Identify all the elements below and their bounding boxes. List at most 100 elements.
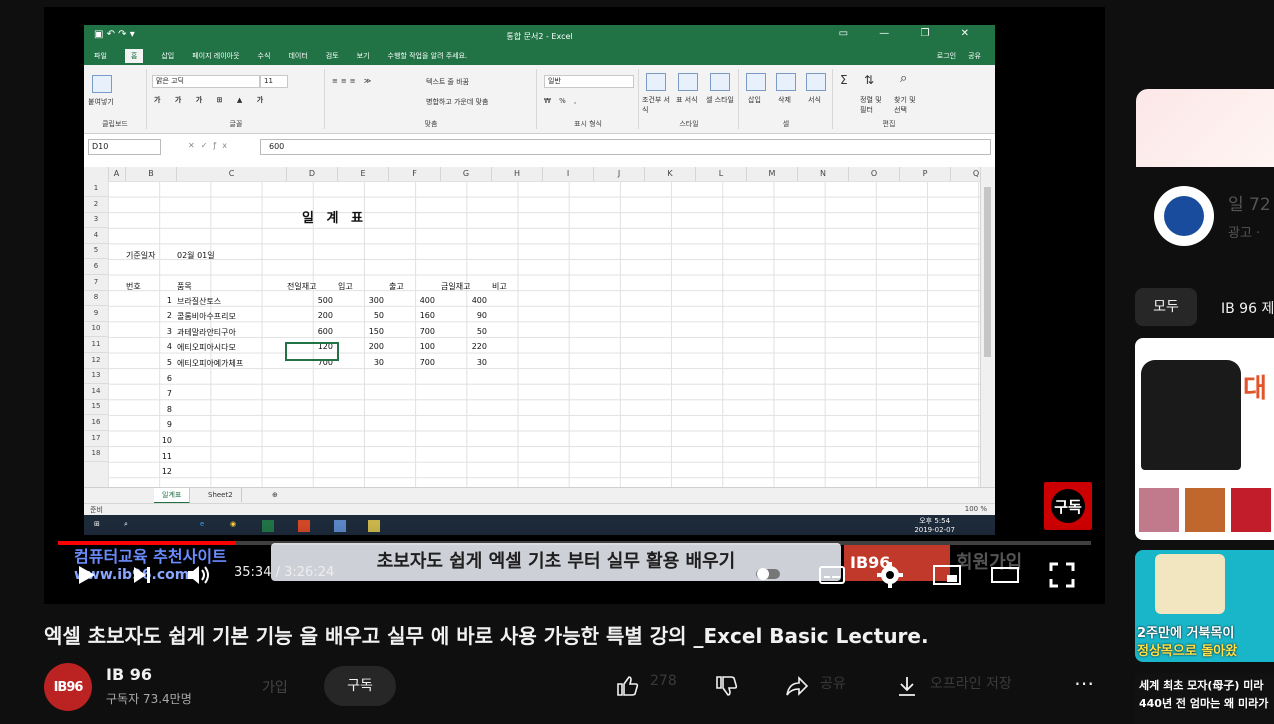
column-header-b: B bbox=[126, 167, 177, 181]
ribbon-font: 맑은 고딕 11 가 가 가 ⊞ ▲ 가 글꼴 bbox=[148, 69, 325, 129]
menu-data: 데이터 bbox=[288, 52, 308, 60]
cell-in: 30 bbox=[373, 357, 384, 367]
miniplayer-icon[interactable] bbox=[932, 563, 962, 587]
cell-out: 700 bbox=[419, 326, 435, 336]
active-cell-d10 bbox=[285, 342, 339, 361]
cell-no: 9 bbox=[166, 420, 172, 430]
excel-menu-bar: 파일 홈 삽입 페이지 레이아웃 수식 데이터 검토 보기 수행할 작업을 알려… bbox=[84, 47, 995, 65]
font-size-box: 11 bbox=[260, 75, 288, 88]
zoom-level: 100 % bbox=[964, 505, 987, 513]
recommended-thumbnail-2[interactable]: 2주만에 거북목이 정상목으로 돌아왔 bbox=[1135, 550, 1274, 662]
sort-filter-icon: ⇅ bbox=[864, 73, 875, 87]
subscribe-button[interactable]: 구독 bbox=[324, 666, 396, 706]
play-icon[interactable] bbox=[74, 563, 98, 587]
column-header-p: P bbox=[900, 167, 951, 181]
ribbon-clipboard: 붙여넣기 클립보드 bbox=[84, 69, 147, 129]
cell-no: 8 bbox=[166, 404, 172, 414]
ad-headline[interactable]: 일 72 bbox=[1228, 190, 1271, 215]
column-header-n: N bbox=[798, 167, 849, 181]
column-headers: ABCDEFGHIJKLMNOPQ bbox=[84, 167, 981, 182]
merge-center-label: 병합하고 가운데 맞춤 bbox=[426, 98, 489, 106]
number-icons: ₩ % , bbox=[544, 97, 580, 105]
clipboard-group-label: 클립보드 bbox=[102, 120, 128, 128]
like-icon[interactable] bbox=[616, 674, 640, 698]
current-time: 35:34 bbox=[234, 565, 272, 580]
sheet-tab-ilgyepyo: 일계표 bbox=[154, 488, 191, 504]
cell-item: 에티오피아시다모 bbox=[177, 343, 236, 353]
number-group-label: 표시 형식 bbox=[574, 120, 602, 128]
header-in: 입고 bbox=[338, 282, 353, 291]
chip-all[interactable]: 모두 bbox=[1135, 288, 1197, 326]
cell-in: 50 bbox=[373, 311, 384, 321]
format-label: 서식 bbox=[808, 96, 821, 104]
theater-mode-icon[interactable] bbox=[990, 563, 1020, 587]
recommended-thumbnail-3[interactable]: 세계 최초 모자(母子) 미라 440년 전 엄마는 왜 미라가 bbox=[1135, 673, 1274, 724]
recommended-thumbnail-1[interactable]: 대 bbox=[1135, 338, 1274, 540]
cell-out: 100 bbox=[419, 342, 435, 352]
column-header-f: F bbox=[389, 167, 441, 181]
settings-gear-icon[interactable] bbox=[876, 561, 904, 589]
fullscreen-icon[interactable] bbox=[1048, 561, 1076, 589]
handbag-image bbox=[1141, 360, 1241, 470]
status-ready: 준비 bbox=[90, 506, 103, 514]
row-header-6: 6 bbox=[84, 259, 108, 275]
cell-item: 에티오피아예가체프 bbox=[177, 358, 244, 368]
column-header-h: H bbox=[492, 167, 543, 181]
chip-channel[interactable]: IB 96 제 bbox=[1221, 298, 1274, 318]
advertiser-logo[interactable] bbox=[1154, 186, 1214, 246]
menu-review: 검토 bbox=[325, 52, 339, 60]
download-icon[interactable] bbox=[895, 674, 919, 698]
vertical-scrollbar bbox=[980, 167, 995, 487]
row-headers: 1 2 3 4 5 6 7 8 9 10 11 12 13 14 15 16 17 18 bbox=[84, 181, 109, 487]
menu-file: 파일 bbox=[94, 52, 107, 60]
row-header-7: 7 bbox=[84, 275, 108, 291]
cell-today-stock: 30 bbox=[476, 357, 487, 367]
fx-icon: ✕✓ƒx bbox=[188, 141, 233, 150]
volume-icon[interactable] bbox=[186, 563, 212, 587]
offline-save-label[interactable]: 오프라인 저장 bbox=[930, 673, 1012, 693]
align-icons: ≡≡≡ ≫ bbox=[332, 77, 375, 85]
more-actions-icon[interactable]: ⋯ bbox=[1074, 671, 1094, 695]
subscribe-watermark[interactable]: 구독 bbox=[1044, 482, 1092, 530]
channel-name[interactable]: IB 96 bbox=[106, 665, 152, 684]
cell-grid bbox=[108, 181, 981, 487]
style-group-label: 스타일 bbox=[679, 120, 699, 128]
cell-no: 10 bbox=[161, 435, 172, 445]
subtitles-icon[interactable] bbox=[818, 563, 846, 587]
format-cells-icon bbox=[806, 73, 826, 91]
menu-formulas: 수식 bbox=[257, 52, 271, 60]
font-style-icons: 가 가 가 ⊞ ▲ 가 bbox=[154, 96, 270, 104]
share-label[interactable]: 공유 bbox=[820, 673, 846, 693]
font-name-box: 맑은 고딕 bbox=[152, 75, 260, 88]
thumb2-line1: 2주만에 거북목이 bbox=[1137, 626, 1235, 641]
video-title: 엑셀 초보자도 쉽게 기본 기능 을 배우고 실무 에 바로 사용 가능한 특별… bbox=[44, 624, 929, 648]
join-button[interactable]: 가입 bbox=[262, 677, 288, 697]
menu-tell-me: 수행할 작업을 알려 주세요. bbox=[387, 52, 468, 60]
row-header-1: 1 bbox=[84, 181, 108, 197]
excel-ribbon: 붙여넣기 클립보드 맑은 고딕 11 가 가 가 ⊞ ▲ 가 글꼴 ≡≡≡ ≫ … bbox=[84, 65, 995, 134]
cell-no: 1 bbox=[166, 295, 172, 305]
paste-icon bbox=[92, 75, 112, 93]
next-icon[interactable] bbox=[130, 563, 154, 587]
channel-avatar[interactable]: IB96 bbox=[44, 663, 92, 711]
cell-prev-stock: 500 bbox=[317, 295, 333, 305]
video-player[interactable]: ▣ ↶ ↷ ▾ 통합 문서2 - Excel ▭ — ❐ ✕ 파일 홈 삽입 페… bbox=[44, 7, 1105, 604]
sidebar-ad-banner[interactable] bbox=[1136, 89, 1274, 167]
cell-today-stock: 400 bbox=[471, 295, 487, 305]
cell-in: 200 bbox=[368, 342, 384, 352]
share-icon[interactable] bbox=[785, 674, 809, 698]
formula-value: 600 bbox=[260, 139, 991, 155]
autoplay-toggle-icon[interactable] bbox=[756, 565, 780, 583]
menu-insert: 삽입 bbox=[161, 52, 175, 60]
sheet-tab-sheet2: Sheet2 bbox=[200, 488, 242, 502]
total-time: 3:26:24 bbox=[284, 565, 335, 580]
row-header-4: 4 bbox=[84, 228, 108, 244]
find-select-label: 찾기 및 선택 bbox=[894, 96, 916, 114]
excel-window: ▣ ↶ ↷ ▾ 통합 문서2 - Excel ▭ — ❐ ✕ 파일 홈 삽입 페… bbox=[84, 25, 995, 535]
dislike-icon[interactable] bbox=[715, 674, 739, 698]
cell-prev-stock: 600 bbox=[317, 326, 333, 336]
row-header-5: 5 bbox=[84, 243, 108, 260]
table-format-label: 표 서식 bbox=[676, 96, 698, 104]
cell-in: 300 bbox=[368, 295, 384, 305]
base-date-label: 기준일자 bbox=[126, 251, 156, 260]
